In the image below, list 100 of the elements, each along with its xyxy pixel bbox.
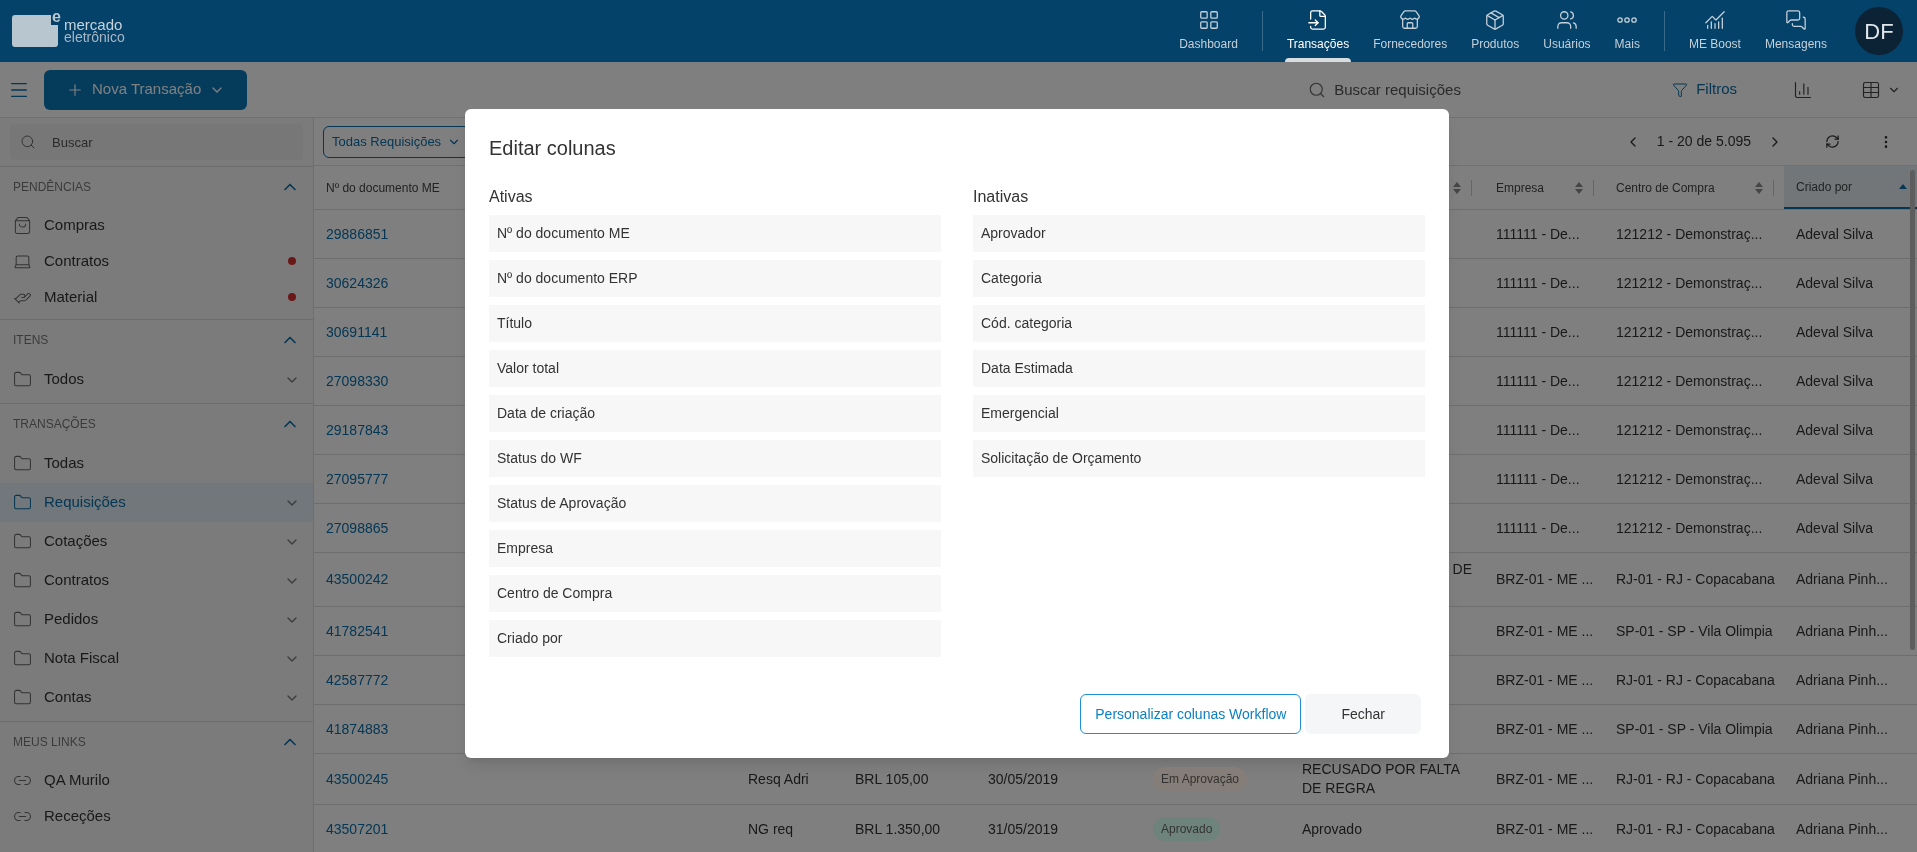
column-option[interactable]: Data de criação bbox=[489, 395, 941, 432]
table-cell-text: 111111 - De... bbox=[1495, 371, 1581, 391]
table-cell: DE bbox=[1452, 561, 1472, 577]
sidebar-item[interactable]: Cotações bbox=[0, 522, 313, 561]
sidebar-item[interactable]: Todos bbox=[0, 360, 313, 399]
column-header[interactable]: Criado por bbox=[1784, 166, 1917, 209]
sidebar-item[interactable]: Material bbox=[0, 279, 313, 315]
sidebar-item[interactable]: Compras bbox=[0, 207, 313, 243]
close-button[interactable]: Fechar bbox=[1305, 694, 1421, 734]
document-link[interactable]: 43500245 bbox=[314, 768, 736, 790]
sort-icon[interactable] bbox=[1575, 181, 1583, 194]
grid-icon bbox=[1197, 9, 1220, 31]
sidebar-item[interactable]: Pedidos bbox=[0, 600, 313, 639]
column-option[interactable]: Data Estimada bbox=[973, 350, 1425, 387]
column-option[interactable]: Cód. categoria bbox=[973, 305, 1425, 342]
pagination-text: 1 - 20 de 5.095 bbox=[1656, 132, 1751, 151]
column-option[interactable]: Status do WF bbox=[489, 440, 941, 477]
refresh-icon[interactable] bbox=[1825, 134, 1840, 149]
nav-tab[interactable]: Fornecedores bbox=[1361, 0, 1460, 62]
users-icon bbox=[1555, 9, 1578, 31]
table-cell-text: 121212 - Demonstraç... bbox=[1615, 322, 1764, 342]
nav-tab[interactable]: ME Boost bbox=[1676, 0, 1753, 62]
column-header[interactable]: Empresa bbox=[1484, 166, 1604, 209]
table-cell-text: 111111 - De... bbox=[1495, 420, 1581, 440]
folder-icon bbox=[13, 610, 32, 629]
table-cell-text: BRL 1.350,00 bbox=[854, 819, 942, 839]
table-cell-text: Adriana Pinh... bbox=[1795, 621, 1889, 641]
table-cell-text: 30/05/2019 bbox=[987, 769, 1060, 789]
table-cell-text: Adeval Silva bbox=[1795, 371, 1875, 391]
table-cell-text: RJ-01 - RJ - Copacabana bbox=[1615, 769, 1776, 789]
table-cell-text: Adeval Silva bbox=[1795, 469, 1875, 489]
column-option[interactable]: Nº do documento ME bbox=[489, 215, 941, 252]
table-cell-text: 121212 - Demonstraç... bbox=[1615, 273, 1764, 293]
scrollbar[interactable] bbox=[1910, 170, 1915, 650]
table-cell-text: BRZ-01 - ME ... bbox=[1495, 769, 1595, 789]
column-option[interactable]: Aprovador bbox=[973, 215, 1425, 252]
box-icon bbox=[1484, 9, 1507, 31]
sidebar-item[interactable]: QA Murilo bbox=[0, 762, 313, 798]
sidebar-item[interactable]: Nota Fiscal bbox=[0, 639, 313, 678]
sidebar-item[interactable]: Receções bbox=[0, 798, 313, 834]
status-badge: Aprovado bbox=[1153, 817, 1221, 841]
column-option[interactable]: Título bbox=[489, 305, 941, 342]
nav-tab[interactable]: Produtos bbox=[1459, 0, 1532, 62]
column-option[interactable]: Empresa bbox=[489, 530, 941, 567]
customize-workflow-button[interactable]: Personalizar colunas Workflow bbox=[1080, 694, 1302, 734]
table-cell-text: NG req bbox=[747, 819, 795, 839]
sidebar-item[interactable]: Contratos bbox=[0, 561, 313, 600]
nav-tab[interactable]: Transações bbox=[1274, 0, 1362, 62]
list-title: Inativas bbox=[973, 187, 1030, 207]
chart-icon[interactable] bbox=[1793, 79, 1813, 100]
column-option[interactable]: Centro de Compra bbox=[489, 575, 941, 612]
column-option[interactable]: Categoria bbox=[973, 260, 1425, 297]
document-link[interactable]: 43507201 bbox=[314, 818, 736, 840]
table-cell-text: Adeval Silva bbox=[1795, 273, 1875, 293]
sort-icon[interactable] bbox=[1453, 181, 1461, 194]
table-cell-text: 111111 - De... bbox=[1495, 273, 1581, 293]
column-header[interactable]: Centro de Compra bbox=[1604, 166, 1784, 209]
filters-button[interactable]: Filtros bbox=[1660, 78, 1749, 101]
logo-text: eletrônico bbox=[64, 31, 125, 44]
new-transaction-button[interactable]: Nova Transação bbox=[44, 69, 248, 110]
store-icon bbox=[1399, 9, 1422, 31]
table-icon[interactable] bbox=[1861, 79, 1881, 100]
search-icon bbox=[20, 134, 36, 150]
folder-icon bbox=[13, 493, 32, 512]
column-option[interactable]: Emergencial bbox=[973, 395, 1425, 432]
chart-icon bbox=[1703, 9, 1726, 31]
sidebar-item[interactable]: Todas bbox=[0, 444, 313, 483]
sidebar-item[interactable]: Requisições bbox=[0, 483, 313, 522]
sidebar-item[interactable]: Contas bbox=[0, 678, 313, 717]
search-icon bbox=[1308, 80, 1327, 99]
column-option[interactable]: Status de Aprovação bbox=[489, 485, 941, 522]
sidebar-search-field[interactable]: Buscar bbox=[10, 124, 303, 160]
search-field[interactable]: Buscar requisições bbox=[1308, 74, 1609, 105]
column-option[interactable]: Solicitação de Orçamento bbox=[973, 440, 1425, 477]
table-cell-text: RECUSADO POR FALTA DE REGRA bbox=[1301, 760, 1461, 798]
nav-tab[interactable]: Usuários bbox=[1531, 0, 1603, 62]
section-title: TRANSAÇÕES bbox=[13, 415, 96, 433]
sort-icon[interactable] bbox=[1755, 181, 1763, 194]
column-option[interactable]: Criado por bbox=[489, 620, 941, 657]
nav-tab[interactable]: Mais bbox=[1602, 0, 1652, 62]
table-cell-text: Adriana Pinh... bbox=[1795, 719, 1889, 739]
table-cell-text: SP-01 - SP - Vila Olimpia bbox=[1615, 621, 1774, 641]
avatar[interactable]: DF bbox=[1855, 7, 1903, 55]
section-title: MEUS LINKS bbox=[13, 734, 86, 751]
column-option[interactable]: Valor total bbox=[489, 350, 941, 387]
table-cell-text: BRZ-01 - ME ... bbox=[1495, 570, 1595, 589]
table-cell-text: 121212 - Demonstraç... bbox=[1615, 371, 1764, 391]
folder-icon bbox=[13, 649, 32, 668]
sidebar-item[interactable]: Contratos bbox=[0, 243, 313, 279]
table-cell-text: Adeval Silva bbox=[1795, 518, 1875, 538]
table-cell-text: RJ-01 - RJ - Copacabana bbox=[1615, 670, 1776, 690]
sort-ascending-icon[interactable] bbox=[1899, 184, 1907, 189]
table-cell-text: BRZ-01 - ME ... bbox=[1495, 670, 1595, 690]
table-cell-text: RJ-01 - RJ - Copacabana bbox=[1615, 570, 1776, 589]
table-cell-text: Resq Adri bbox=[747, 769, 810, 789]
table-cell-text: 121212 - Demonstraç... bbox=[1615, 469, 1764, 489]
column-option[interactable]: Nº do documento ERP bbox=[489, 260, 941, 297]
nav-tab[interactable]: Mensagens bbox=[1752, 0, 1839, 62]
table-cell-text: Aprovado bbox=[1301, 819, 1363, 839]
nav-tab[interactable]: Dashboard bbox=[1167, 0, 1250, 62]
